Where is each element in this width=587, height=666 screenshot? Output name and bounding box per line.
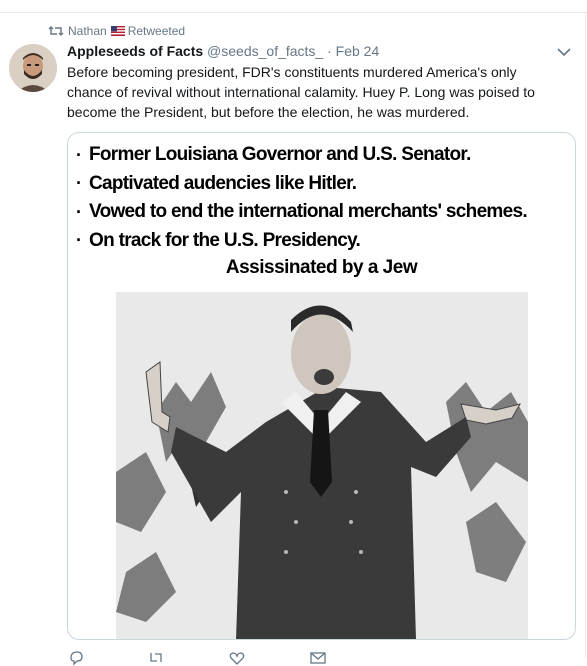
meme-bullet-list: · Former Louisiana Governor and U.S. Sena… <box>76 141 571 255</box>
meme-bullet: · Captivated audencies like Hitler. <box>76 172 357 194</box>
tweet-text: Before becoming president, FDR's constit… <box>67 64 535 120</box>
meme-bullet: · Vowed to end the international merchant… <box>76 201 528 223</box>
display-name[interactable]: Appleseeds of Facts <box>67 43 203 59</box>
tweet-media[interactable]: · Former Louisiana Governor and U.S. Sena… <box>67 132 576 640</box>
top-divider <box>0 12 587 13</box>
separator-dot: · <box>327 43 332 59</box>
user-handle[interactable]: @seeds_of_facts_ <box>207 43 323 59</box>
avatar[interactable] <box>9 44 57 92</box>
us-flag-icon <box>110 26 125 36</box>
chevron-down-icon[interactable] <box>556 46 572 58</box>
retweeter-name[interactable]: Nathan <box>68 24 107 38</box>
retweet-context: Nathan Retweeted <box>48 24 185 38</box>
retweet-icon <box>48 26 64 36</box>
reply-icon[interactable] <box>68 650 84 666</box>
tweet-header: Appleseeds of Facts @seeds_of_facts_ · F… <box>67 42 379 60</box>
meme-bullet: · On track for the U.S. Presidency. <box>76 229 361 251</box>
heart-icon[interactable] <box>229 650 245 666</box>
tweet-actions <box>0 650 587 666</box>
retweet-label: Retweeted <box>127 24 186 38</box>
avatar-image <box>9 44 57 92</box>
retweet-action-icon[interactable] <box>148 650 164 666</box>
speaker-photo <box>116 292 528 639</box>
meme-bullet: · Former Louisiana Governor and U.S. Sena… <box>76 144 471 166</box>
tweet-date[interactable]: Feb 24 <box>336 43 380 59</box>
envelope-icon[interactable] <box>310 650 326 666</box>
right-divider <box>585 12 586 658</box>
meme-caption: Assissinated by a Jew <box>225 257 418 278</box>
